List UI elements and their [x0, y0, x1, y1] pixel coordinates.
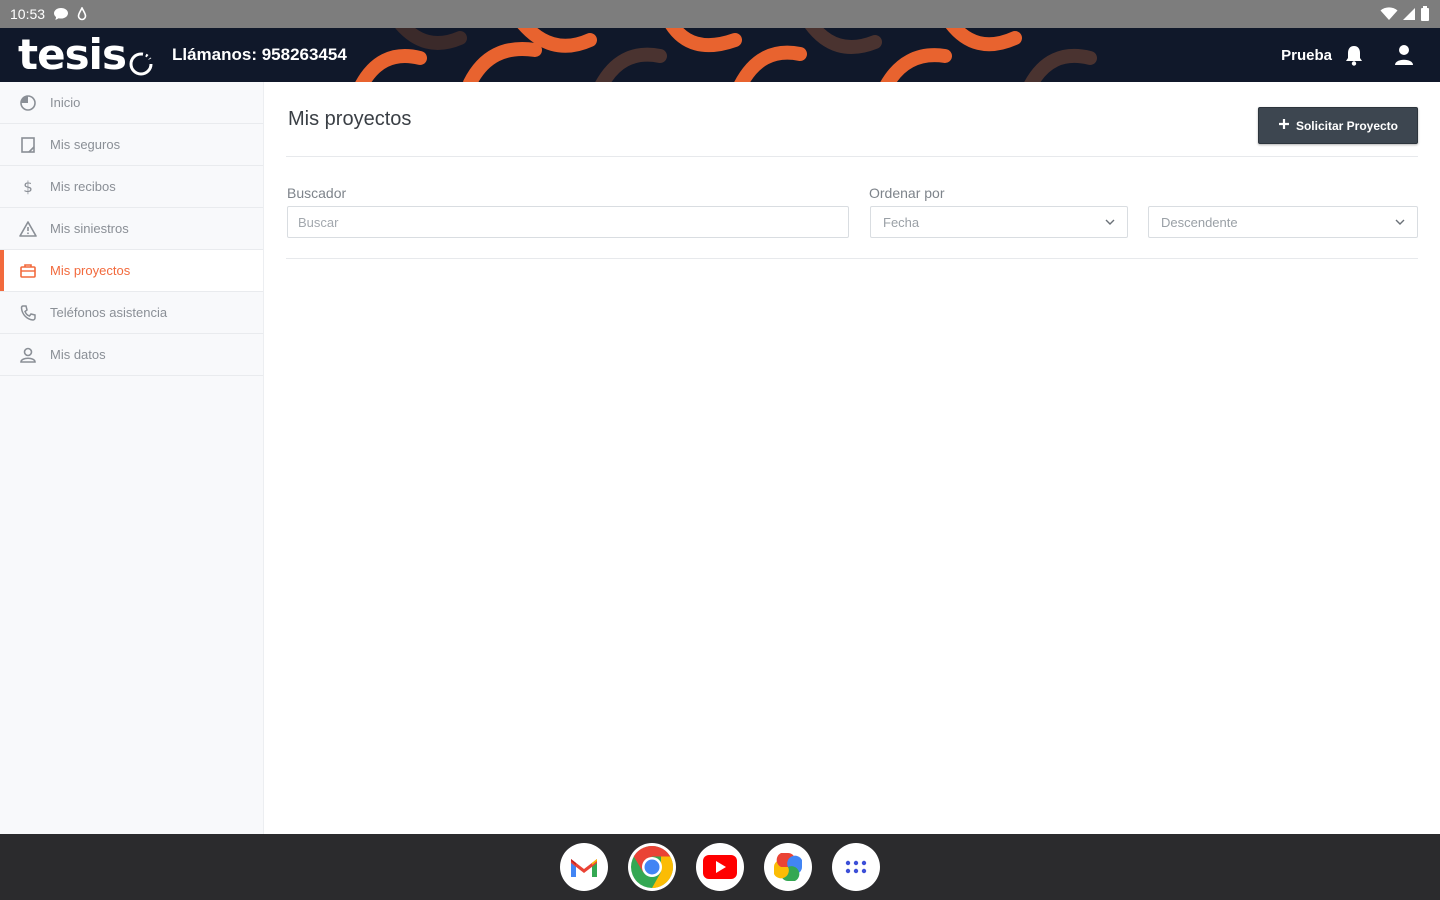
phone-icon: [18, 303, 38, 323]
app-header: tesis Llámanos: 958263454 Prueba: [0, 28, 1440, 82]
sidebar-item-label: Teléfonos asistencia: [50, 305, 168, 320]
user-name[interactable]: Prueba: [1281, 47, 1332, 64]
sidebar-item-mis-proyectos[interactable]: Mis proyectos: [0, 250, 263, 292]
sidebar-item-label: Mis siniestros: [50, 221, 129, 236]
plus-icon: [1278, 118, 1290, 133]
briefcase-icon: [18, 261, 38, 281]
header-pattern: [355, 28, 1097, 82]
sidebar: Inicio Mis seguros $ Mis recibos Mis sin…: [0, 82, 264, 834]
request-project-button[interactable]: Solicitar Proyecto: [1258, 107, 1418, 144]
photos-icon[interactable]: [764, 843, 812, 891]
sidebar-item-label: Mis proyectos: [50, 263, 131, 278]
status-bar: 10:53: [0, 0, 1440, 28]
order-field-select[interactable]: Fecha: [870, 206, 1128, 238]
sidebar-item-mis-datos[interactable]: Mis datos: [0, 334, 263, 376]
page-title: Mis proyectos: [288, 108, 412, 130]
chevron-down-icon: [1395, 218, 1405, 226]
svg-text:$: $: [23, 178, 33, 196]
taskbar: [0, 834, 1440, 900]
signal-icon: [1402, 7, 1416, 21]
main-content: Mis proyectos Solicitar Proyecto Buscado…: [286, 82, 1418, 834]
order-direction-select[interactable]: Descendente: [1148, 206, 1418, 238]
order-field-value: Fecha: [883, 214, 920, 230]
sidebar-item-mis-recibos[interactable]: $ Mis recibos: [0, 166, 263, 208]
app-drawer-icon[interactable]: [832, 843, 880, 891]
chevron-down-icon: [1105, 218, 1115, 226]
bell-icon[interactable]: [1342, 43, 1366, 67]
sidebar-item-inicio[interactable]: Inicio: [0, 82, 263, 124]
divider: [286, 156, 1418, 157]
sidebar-item-mis-seguros[interactable]: Mis seguros: [0, 124, 263, 166]
request-project-label: Solicitar Proyecto: [1295, 118, 1399, 133]
status-time: 10:53: [10, 6, 46, 22]
order-label: Ordenar por: [869, 185, 945, 201]
user-icon: [18, 345, 38, 365]
sidebar-item-label: Mis datos: [50, 347, 106, 362]
search-label: Buscador: [287, 185, 347, 201]
chrome-icon[interactable]: [628, 843, 676, 891]
chat-icon: [53, 7, 69, 21]
tesis-logo[interactable]: tesis: [18, 28, 154, 82]
logo-text: tesis: [18, 30, 127, 79]
warning-icon: [18, 219, 38, 239]
user-icon[interactable]: [1392, 43, 1416, 67]
youtube-icon[interactable]: [696, 843, 744, 891]
battery-icon: [1420, 6, 1430, 22]
divider: [286, 258, 1418, 259]
order-direction-value: Descendente: [1161, 214, 1238, 230]
home-icon: [18, 93, 38, 113]
logo-swirl-icon: [128, 36, 154, 82]
drop-icon: [77, 7, 87, 21]
sidebar-item-telefonos-asistencia[interactable]: Teléfonos asistencia: [0, 292, 263, 334]
document-icon: [18, 135, 38, 155]
sidebar-item-label: Inicio: [50, 95, 81, 110]
sidebar-item-label: Mis seguros: [50, 137, 121, 152]
phone-text[interactable]: Llámanos: 958263454: [172, 45, 347, 65]
dollar-icon: $: [18, 177, 38, 197]
gmail-icon[interactable]: [560, 843, 608, 891]
wifi-icon: [1380, 7, 1398, 21]
sidebar-item-mis-siniestros[interactable]: Mis siniestros: [0, 208, 263, 250]
search-input[interactable]: [287, 206, 849, 238]
sidebar-item-label: Mis recibos: [50, 179, 116, 194]
